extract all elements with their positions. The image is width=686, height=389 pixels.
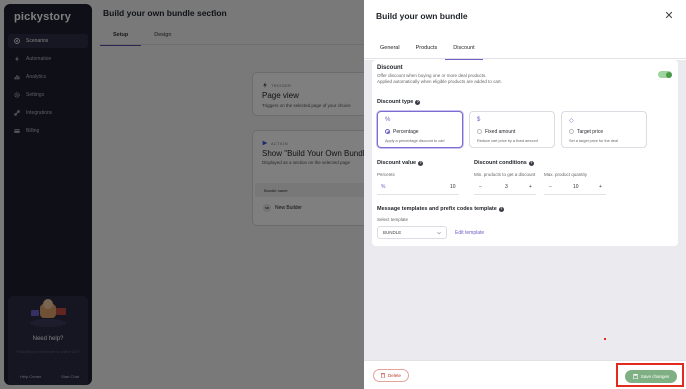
option-label: Target price [577, 129, 604, 135]
discount-type-fixed[interactable]: $ Fixed amount Reduce cart price by a fi… [469, 111, 555, 148]
option-desc: Apply a percentage discount to cart [385, 139, 445, 143]
discount-desc-2: Applied automatically when eligible prod… [377, 79, 502, 84]
cursor-marker [604, 338, 606, 340]
dollar-icon: $ [477, 117, 481, 123]
template-select-value: BUNDLE [383, 230, 402, 235]
trash-icon [380, 373, 385, 378]
percents-label: Percents [377, 172, 395, 177]
option-label: Percentage [393, 129, 419, 135]
help-icon[interactable]: ? [528, 160, 534, 166]
min-increment-button[interactable]: + [529, 181, 532, 193]
min-products-label: Min. products to get a discount [474, 172, 536, 177]
min-decrement-button[interactable]: − [479, 181, 482, 193]
select-template-label: Select template [377, 217, 409, 222]
discount-type-title: Discount type ? [377, 99, 421, 105]
option-desc: Reduce cart price by a fixed amount [477, 139, 538, 143]
percent-prefix: % [381, 184, 386, 190]
template-select[interactable]: BUNDLE [377, 226, 447, 239]
option-desc: Set a target price for the deal [569, 139, 618, 143]
edit-template-link[interactable]: Edit template [455, 230, 484, 236]
drawer-title: Build your own bundle [376, 11, 468, 21]
radio-target[interactable] [569, 129, 574, 134]
delete-label: Delete [387, 373, 401, 378]
toggle-knob [665, 71, 672, 78]
discount-type-percentage[interactable]: % Percentage Apply a percentage discount… [377, 111, 463, 148]
percent-icon: % [385, 117, 391, 123]
max-increment-button[interactable]: + [599, 181, 602, 193]
max-quantity-input[interactable]: 10 [573, 181, 579, 193]
radio-fixed[interactable] [477, 129, 482, 134]
discount-title: Discount [377, 65, 403, 71]
radio-percentage[interactable] [385, 129, 390, 134]
option-label: Fixed amount [485, 129, 516, 135]
close-icon[interactable]: ✕ [663, 10, 675, 22]
input-underline [377, 194, 459, 195]
max-decrement-button[interactable]: − [549, 181, 552, 193]
discount-conditions-title: Discount conditions ? [474, 160, 534, 166]
chevron-down-icon [437, 231, 441, 235]
max-quantity-label: Max. product quantity [544, 172, 588, 177]
help-icon[interactable]: ? [415, 99, 421, 105]
input-underline [474, 194, 536, 195]
help-icon[interactable]: ? [498, 206, 504, 212]
templates-title: Message templates and prefix codes templ… [377, 206, 504, 212]
discount-panel [372, 60, 678, 246]
help-icon[interactable]: ? [418, 160, 424, 166]
highlight-box [616, 363, 684, 387]
modal-overlay[interactable] [0, 0, 364, 389]
radio-dot [386, 130, 390, 134]
input-underline [544, 194, 606, 195]
discount-desc-1: Offer discount when buying one or more d… [377, 73, 487, 78]
delete-button[interactable]: Delete [373, 369, 409, 382]
discount-value-input[interactable]: 10 [450, 181, 456, 193]
tag-icon: ◇ [569, 118, 574, 124]
discount-toggle[interactable] [658, 71, 672, 78]
discount-type-target[interactable]: ◇ Target price Set a target price for th… [561, 111, 647, 148]
discount-value-title: Discount value ? [377, 160, 424, 166]
min-products-input[interactable]: 3 [505, 181, 508, 193]
drawer-tab-divider [364, 58, 686, 59]
